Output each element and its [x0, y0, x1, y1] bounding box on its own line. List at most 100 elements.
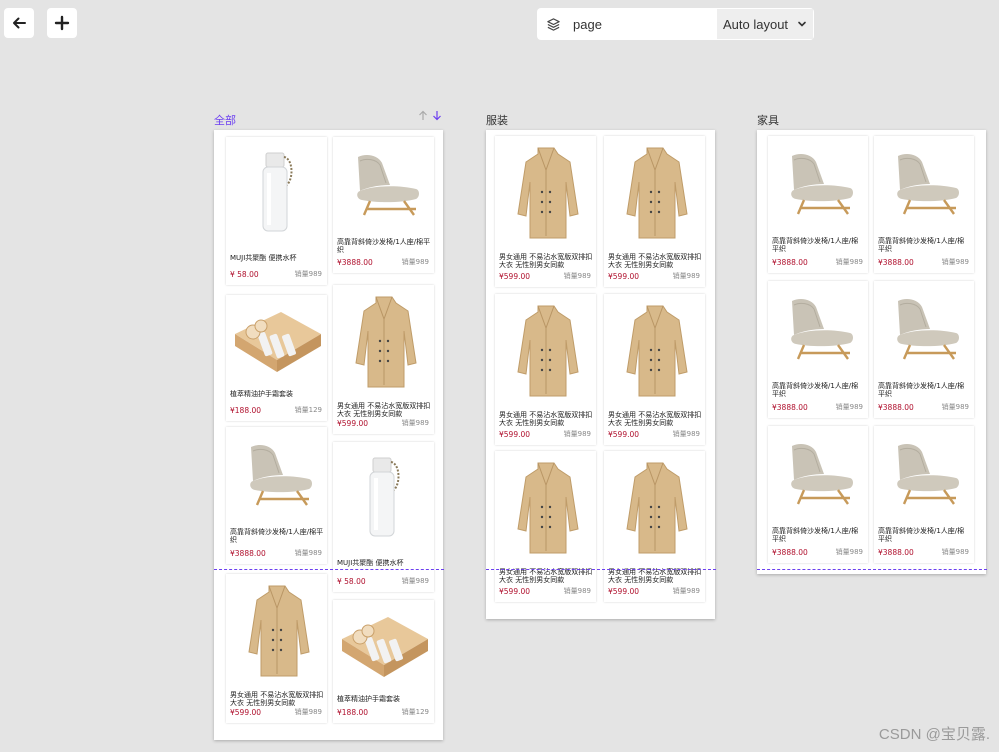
page-selector-bar: page Auto layout [537, 8, 814, 40]
product-sales: 销量989 [835, 258, 863, 266]
product-title: 植萃精油护手霜套装 [230, 390, 293, 398]
product-title: 男女通用 不易沾水宽版双排扣大衣 无性别男女同款 [230, 691, 324, 707]
product-card[interactable]: 高靠背斜倚沙发椅/1人座/棉平织 ¥3888.00 销量989 [768, 136, 868, 273]
product-title: 高靠背斜倚沙发椅/1人座/棉平织 [772, 527, 859, 543]
product-card[interactable]: 男女通用 不易沾水宽版双排扣大衣 无性别男女同款 ¥599.00 销量989 [604, 451, 705, 602]
product-sales: 销量989 [835, 403, 863, 411]
product-card[interactable]: 高靠背斜倚沙发椅/1人座/棉平织 ¥3888.00 销量989 [874, 281, 974, 418]
product-title: 男女通用 不易沾水宽版双排扣大衣 无性别男女同款 [608, 411, 702, 427]
product-card[interactable]: 男女通用 不易沾水宽版双排扣大衣 无性别男女同款 ¥599.00 销量989 [333, 285, 434, 434]
product-sales: 销量989 [401, 258, 429, 266]
product-price: ¥ 58.00 [337, 577, 366, 586]
product-sales: 销量989 [941, 258, 969, 266]
insertion-line [214, 569, 444, 570]
product-sales: 销量989 [294, 270, 322, 278]
product-title: 男女通用 不易沾水宽版双排扣大衣 无性别男女同款 [499, 568, 593, 584]
product-title: 植萃精油护手霜套装 [337, 695, 400, 703]
product-card[interactable]: 高靠背斜倚沙发椅/1人座/棉平织 ¥3888.00 销量989 [874, 136, 974, 273]
product-card[interactable]: 高靠背斜倚沙发椅/1人座/棉平织 ¥3888.00 销量989 [226, 427, 327, 564]
product-title: 男女通用 不易沾水宽版双排扣大衣 无性别男女同款 [608, 253, 702, 269]
product-image-sofa [768, 136, 868, 232]
frame-title-all[interactable]: 全部 [214, 112, 236, 128]
product-title: 高靠背斜倚沙发椅/1人座/棉平织 [772, 237, 859, 253]
product-card[interactable]: 男女通用 不易沾水宽版双排扣大衣 无性别男女同款 ¥599.00 销量989 [495, 294, 596, 445]
product-title: 男女通用 不易沾水宽版双排扣大衣 无性别男女同款 [499, 411, 593, 427]
product-title: 男女通用 不易沾水宽版双排扣大衣 无性别男女同款 [337, 402, 431, 418]
product-title: MUJI共聚酯 便携水杯 [337, 559, 404, 567]
product-title: 高靠背斜倚沙发椅/1人座/棉平织 [230, 528, 324, 544]
product-sales: 销量129 [401, 708, 429, 716]
product-image-sofa [874, 281, 974, 377]
product-sales: 销量989 [563, 587, 591, 595]
product-image-coat [333, 285, 434, 397]
product-card[interactable]: 男女通用 不易沾水宽版双排扣大衣 无性别男女同款 ¥599.00 销量989 [226, 574, 327, 723]
product-image-bottle [333, 442, 434, 554]
arrow-left-icon [13, 17, 26, 29]
product-card[interactable]: MUJI共聚酯 便携水杯 ¥ 58.00 销量989 [226, 137, 327, 285]
product-card[interactable]: 男女通用 不易沾水宽版双排扣大衣 无性别男女同款 ¥599.00 销量989 [604, 136, 705, 287]
product-sales: 销量129 [294, 406, 322, 414]
watermark: CSDN @宝贝露. [878, 726, 990, 743]
layout-select[interactable]: Auto layout [717, 9, 813, 39]
product-image-sofa [226, 427, 327, 523]
arrow-up-icon[interactable] [418, 110, 428, 121]
product-sales: 销量989 [563, 430, 591, 438]
product-price: ¥599.00 [230, 708, 262, 717]
product-image-box [333, 600, 434, 690]
sort-controls [418, 110, 442, 121]
frame-title-furniture[interactable]: 家具 [757, 112, 779, 128]
page-name[interactable]: page [567, 17, 717, 32]
product-image-coat [495, 294, 596, 406]
arrow-down-icon[interactable] [432, 110, 442, 121]
layers-icon[interactable] [539, 17, 567, 32]
product-image-coat [604, 136, 705, 248]
product-price: ¥3888.00 [878, 258, 914, 267]
layout-select-label: Auto layout [723, 16, 789, 32]
product-image-sofa [874, 426, 974, 522]
product-sales: 销量989 [294, 708, 322, 716]
product-price: ¥3888.00 [230, 549, 266, 558]
product-sales: 销量989 [294, 549, 322, 557]
add-button[interactable] [47, 8, 77, 38]
product-price: ¥599.00 [499, 272, 531, 281]
product-price: ¥188.00 [337, 708, 369, 717]
product-price: ¥3888.00 [878, 548, 914, 557]
product-price: ¥188.00 [230, 406, 262, 415]
product-title: 高靠背斜倚沙发椅/1人座/棉平织 [772, 382, 859, 398]
product-price: ¥599.00 [499, 587, 531, 596]
product-price: ¥599.00 [337, 419, 369, 428]
product-title: 高靠背斜倚沙发椅/1人座/棉平织 [878, 237, 965, 253]
product-card[interactable]: 男女通用 不易沾水宽版双排扣大衣 无性别男女同款 ¥599.00 销量989 [604, 294, 705, 445]
product-image-box [226, 295, 327, 385]
product-title: 男女通用 不易沾水宽版双排扣大衣 无性别男女同款 [499, 253, 593, 269]
product-card[interactable]: 高靠背斜倚沙发椅/1人座/棉平织 ¥3888.00 销量989 [768, 426, 868, 563]
product-image-sofa [874, 136, 974, 232]
product-image-coat [604, 294, 705, 406]
product-card[interactable]: 高靠背斜倚沙发椅/1人座/棉平织 ¥3888.00 销量989 [768, 281, 868, 418]
back-button[interactable] [4, 8, 34, 38]
product-card[interactable]: 植萃精油护手霜套装 ¥188.00 销量129 [226, 295, 327, 421]
insertion-line [757, 569, 987, 570]
product-card[interactable]: 男女通用 不易沾水宽版双排扣大衣 无性别男女同款 ¥599.00 销量989 [495, 136, 596, 287]
product-image-coat [495, 136, 596, 248]
product-sales: 销量989 [401, 577, 429, 585]
product-card[interactable]: 植萃精油护手霜套装 ¥188.00 销量129 [333, 600, 434, 723]
frame-title-clothing[interactable]: 服装 [486, 112, 508, 128]
plus-icon [54, 15, 70, 31]
product-card[interactable]: 高靠背斜倚沙发椅/1人座/棉平织 ¥3888.00 销量989 [333, 137, 434, 273]
product-title: 高靠背斜倚沙发椅/1人座/棉平织 [878, 527, 965, 543]
product-sales: 销量989 [835, 548, 863, 556]
product-image-sofa [333, 137, 434, 233]
chevron-down-icon [798, 21, 806, 27]
product-card[interactable]: 男女通用 不易沾水宽版双排扣大衣 无性别男女同款 ¥599.00 销量989 [495, 451, 596, 602]
insertion-line [486, 569, 716, 570]
product-title: MUJI共聚酯 便携水杯 [230, 254, 297, 262]
product-price: ¥599.00 [499, 430, 531, 439]
product-title: 高靠背斜倚沙发椅/1人座/棉平织 [337, 238, 431, 254]
product-price: ¥3888.00 [772, 403, 808, 412]
product-image-coat [226, 574, 327, 686]
product-card[interactable]: 高靠背斜倚沙发椅/1人座/棉平织 ¥3888.00 销量989 [874, 426, 974, 563]
product-sales: 销量989 [941, 548, 969, 556]
product-image-coat [604, 451, 705, 563]
product-price: ¥599.00 [608, 272, 640, 281]
